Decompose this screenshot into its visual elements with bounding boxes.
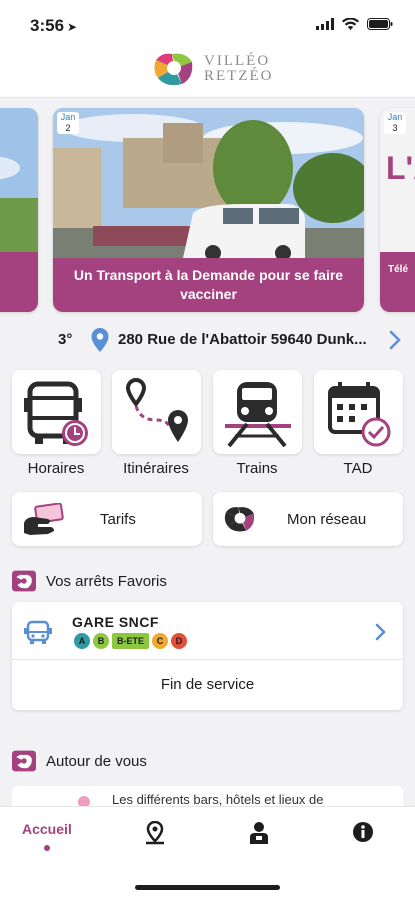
signal-icon bbox=[316, 18, 334, 30]
ticket-hand-icon bbox=[24, 503, 64, 535]
favorite-stop-card[interactable]: GARE SNCF A B B-ETE C D Fin de service bbox=[12, 602, 403, 710]
news-date-month: Jan bbox=[387, 112, 403, 122]
battery-icon bbox=[367, 18, 393, 30]
status-bar: 3:56 ➤ bbox=[0, 0, 415, 48]
favorites-section-title: Vos arrêts Favoris bbox=[12, 570, 167, 592]
chevron-right-icon[interactable] bbox=[375, 623, 387, 641]
status-time: 3:56 ➤ bbox=[30, 16, 77, 36]
around-title-label: Autour de vous bbox=[46, 752, 147, 770]
logo-mark-icon bbox=[154, 53, 193, 86]
network-logo-icon bbox=[224, 507, 255, 532]
news-caption: Un Transport à la Demande pour se faire … bbox=[53, 258, 364, 312]
news-date-day: 2 bbox=[65, 123, 71, 133]
bus-clock-icon bbox=[24, 381, 88, 446]
app-header: VILLÉO RETZÉO bbox=[0, 48, 415, 98]
around-description: Les différents bars, hôtels et lieux de bbox=[112, 792, 324, 807]
brand-wordmark: VILLÉO RETZÉO bbox=[204, 54, 274, 84]
location-arrow-icon: ➤ bbox=[67, 20, 78, 34]
location-row[interactable]: 3° 280 Rue de l'Abattoir 59640 Dunk... bbox=[0, 322, 415, 356]
news-caption-partial: Télé bbox=[388, 264, 409, 275]
news-card-main[interactable]: Jan 2 Un Transport à la Demande pour se … bbox=[53, 108, 364, 312]
trains-button[interactable] bbox=[213, 370, 302, 454]
calendar-check-icon bbox=[328, 382, 391, 447]
tab-map[interactable] bbox=[144, 820, 166, 850]
tarifs-button[interactable]: Tarifs bbox=[12, 492, 202, 546]
user-badge-icon bbox=[250, 822, 268, 844]
favorite-stop-row[interactable]: GARE SNCF A B B-ETE C D bbox=[12, 602, 403, 660]
horaires-button[interactable] bbox=[12, 370, 101, 454]
tab-info[interactable] bbox=[352, 821, 374, 848]
bus-stop-icon bbox=[24, 620, 52, 644]
around-section-title: Autour de vous bbox=[12, 750, 147, 772]
brand-logo: VILLÉO RETZÉO bbox=[152, 50, 274, 88]
tad-button[interactable] bbox=[314, 370, 403, 454]
news-headline-partial: L'A bbox=[386, 150, 415, 186]
tab-accueil-label: Accueil bbox=[22, 821, 72, 837]
mon-reseau-label: Mon réseau bbox=[287, 511, 367, 528]
horaires-label: Horaires bbox=[27, 460, 85, 477]
tab-account[interactable] bbox=[248, 821, 270, 850]
train-icon bbox=[225, 382, 291, 448]
line-badge-a: A bbox=[74, 633, 90, 649]
news-card-next[interactable]: L'A Jan 3 Télé bbox=[380, 108, 415, 312]
stop-name: GARE SNCF bbox=[72, 614, 159, 630]
mon-reseau-button[interactable]: Mon réseau bbox=[213, 492, 403, 546]
tab-accueil[interactable]: Accueil bbox=[22, 821, 72, 851]
brand-line-1: VILLÉO bbox=[204, 53, 271, 69]
wifi-icon bbox=[342, 18, 359, 30]
news-carousel[interactable]: Jan 2 Un Transport à la Demande pour se … bbox=[0, 104, 415, 316]
section-logo-icon bbox=[12, 570, 36, 592]
tarifs-label: Tarifs bbox=[100, 511, 136, 528]
line-badge-b-ete: B-ETE bbox=[112, 633, 149, 649]
current-address: 280 Rue de l'Abattoir 59640 Dunk... bbox=[118, 330, 367, 348]
line-badge-b: B bbox=[93, 633, 109, 649]
news-card-previous[interactable] bbox=[0, 108, 38, 312]
news-image bbox=[0, 108, 38, 258]
favorites-title-label: Vos arrêts Favoris bbox=[46, 572, 167, 590]
status-icons bbox=[316, 18, 393, 30]
line-badge-c: C bbox=[152, 633, 168, 649]
tad-label: TAD bbox=[343, 460, 373, 477]
news-date-badge: Jan 3 bbox=[384, 112, 406, 134]
news-date-month: Jan bbox=[60, 112, 76, 122]
brand-line-2: RETZÉO bbox=[204, 68, 274, 84]
section-logo-icon bbox=[12, 750, 36, 772]
itineraires-label: Itinéraires bbox=[123, 460, 189, 477]
itineraires-button[interactable] bbox=[112, 370, 201, 454]
location-pin-icon bbox=[91, 328, 109, 352]
active-tab-indicator bbox=[43, 845, 50, 851]
line-badges: A B B-ETE C D bbox=[74, 633, 187, 649]
service-status: Fin de service bbox=[160, 676, 255, 693]
news-caption bbox=[380, 252, 415, 312]
info-icon bbox=[353, 822, 373, 842]
chevron-right-icon[interactable] bbox=[389, 330, 401, 350]
news-date-badge: Jan 2 bbox=[57, 112, 79, 134]
news-caption bbox=[0, 252, 38, 312]
line-badge-d: D bbox=[171, 633, 187, 649]
home-indicator bbox=[135, 885, 280, 890]
time-label: 3:56 bbox=[30, 16, 65, 35]
news-image bbox=[53, 108, 364, 258]
temperature: 3° bbox=[58, 330, 73, 348]
map-pin-icon bbox=[146, 820, 164, 845]
trains-label: Trains bbox=[236, 460, 278, 477]
route-icon bbox=[125, 377, 188, 442]
news-date-day: 3 bbox=[392, 123, 398, 133]
